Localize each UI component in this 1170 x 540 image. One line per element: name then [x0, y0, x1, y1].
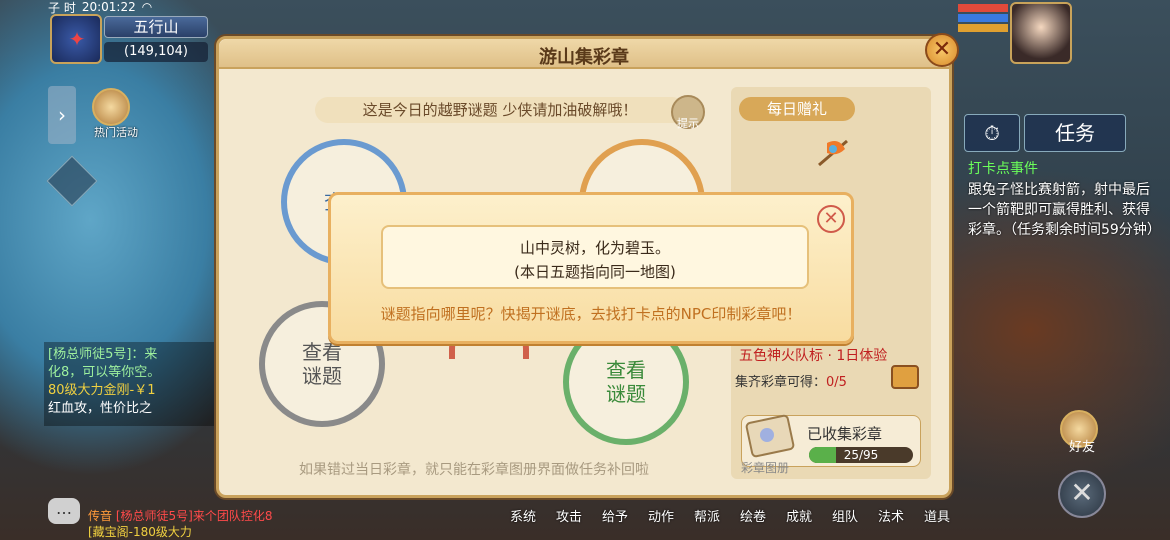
close-menu-icon[interactable]: ✕: [1058, 470, 1106, 518]
riddle-line-1: 山中灵树，化为碧玉。: [519, 239, 670, 257]
collect-label: 集齐彩章可得：: [735, 375, 827, 390]
broadcast-text: [杨总师徒5号]来个团队控化8: [115, 509, 273, 523]
stamp-album-label: 彩章图册: [741, 461, 790, 475]
panel-footer-note: 如果错过当日彩章，就只能在彩章图册界面做任务补回啦: [299, 462, 649, 478]
wifi-icon: ◠: [141, 0, 153, 14]
view-riddle-label: 查看谜题: [302, 340, 342, 388]
task-title[interactable]: 打卡点事件: [968, 158, 1038, 178]
mp-bar: [958, 14, 1008, 22]
task-description[interactable]: 跟兔子怪比赛射箭，射中最后一个箭靶即可赢得胜利、获得彩章。（任务剩余时间59分钟…: [968, 180, 1161, 240]
popup-close-button[interactable]: ✕: [817, 205, 845, 233]
riddle-line-2: (本日五题指向同一地图): [514, 263, 676, 281]
hint-button[interactable]: 提示: [671, 95, 705, 130]
treasure-chest-icon[interactable]: [891, 365, 919, 389]
map-marker-icon: ✦: [68, 27, 86, 51]
sp-bar: [958, 24, 1008, 32]
collected-progress-bar: 25/95: [809, 447, 913, 463]
hp-bar: [958, 4, 1008, 12]
chat-line: 红血攻，性价比之: [48, 401, 153, 416]
minimap[interactable]: ✦: [50, 14, 102, 64]
reward-name: 五色神火队标 · 1日体验: [739, 348, 888, 364]
time-display: 子 时 20:01:22 ◠: [48, 0, 204, 15]
daily-gift-title: 每日赠礼: [739, 97, 855, 121]
riddle-popup: 山中灵树，化为碧玉。 (本日五题指向同一地图) 谜题指向哪里呢？快揭开谜底，去找…: [328, 192, 854, 344]
task-tab[interactable]: 任务: [1024, 114, 1126, 152]
map-coordinates: (149,104): [104, 42, 208, 62]
chat-broadcast: 传音 [杨总师徒5号]来个团队控化8 [藏宝阁-180级大力: [88, 508, 348, 540]
panel-close-button[interactable]: ✕: [925, 33, 959, 67]
broadcast-tag: 传音: [88, 509, 113, 523]
timer-icon[interactable]: ⏱: [964, 114, 1020, 152]
friends-label: 好友: [1068, 440, 1095, 455]
collected-label: 已收集彩章: [807, 425, 883, 443]
broadcast-text: [藏宝阁-180级大力: [88, 525, 192, 539]
riddle-banner: 这是今日的越野谜题 少侠请加油破解哦！: [315, 97, 685, 123]
clock: 20:01:22: [81, 0, 136, 14]
chat-line: 化8，可以等你空。: [48, 365, 161, 380]
view-riddle-label: 查看谜题: [606, 358, 646, 406]
chat-line: [杨总师徒5号]：来: [48, 347, 158, 362]
side-expand-arrow-icon[interactable]: ›: [48, 86, 76, 144]
collect-value: 0/5: [826, 375, 847, 390]
chat-panel[interactable]: [杨总师徒5号]：来 化8，可以等你空。 80级大力金刚-￥1 红血攻，性价比之: [44, 342, 214, 426]
map-name[interactable]: 五行山: [104, 16, 208, 38]
hot-activity-label: 热门活动: [94, 126, 138, 139]
task-tab-bar: ⏱ 任务: [964, 114, 1126, 152]
riddle-text-box: 山中灵树，化为碧玉。 (本日五题指向同一地图): [381, 225, 809, 289]
player-avatar[interactable]: [1010, 2, 1072, 64]
riddle-hint: 谜题指向哪里呢？快揭开谜底，去找打卡点的NPC印制彩章吧！: [380, 305, 802, 323]
fire-banner-icon[interactable]: [813, 135, 853, 171]
chat-bubble-icon[interactable]: …: [48, 498, 80, 524]
collect-requirement: 集齐彩章可得：0/5: [735, 371, 847, 390]
progress-text: 25/95: [843, 448, 879, 462]
panel-title: 游山集彩章: [539, 47, 629, 68]
chat-line: 80级大力金刚-￥1: [48, 383, 156, 398]
hot-activity-lantern-icon[interactable]: [92, 88, 130, 126]
